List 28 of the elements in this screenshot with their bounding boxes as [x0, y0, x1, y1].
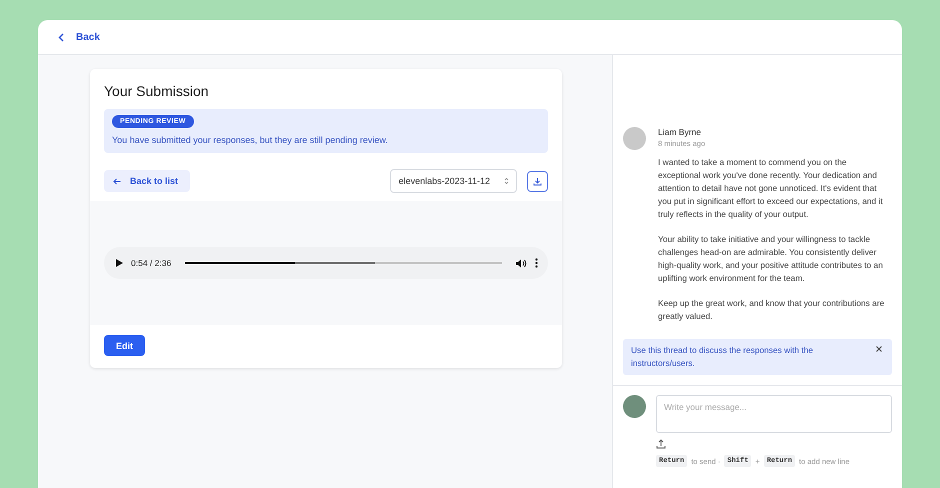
volume-icon[interactable]: [516, 258, 527, 268]
back-to-list-button[interactable]: Back to list: [104, 170, 190, 192]
file-select[interactable]: elevenlabs-2023-11-12: [390, 169, 517, 193]
notice-text: Use this thread to discuss the responses with the instructors/users.: [631, 344, 814, 370]
comment-paragraph: Your ability to take initiative and your willingness to tackle challenges head-on are admirable. You consistently deliver high-quality work, and your positive attitude contributes to an uplifting work environment for the team.: [658, 233, 884, 285]
edit-button[interactable]: Edit: [104, 335, 145, 356]
download-icon: [533, 176, 542, 186]
comment-paragraph: Keep up the great work, and know that your contributions are greatly valued.: [658, 297, 886, 323]
upload-icon: [656, 439, 666, 449]
message-input[interactable]: Write your message...: [656, 395, 892, 433]
status-message: You have submitted your responses, but they are still pending review.: [112, 135, 388, 145]
close-icon: [876, 346, 882, 352]
more-vertical-icon[interactable]: [535, 258, 538, 268]
avatar: [623, 127, 646, 150]
chevron-left-icon: [58, 32, 64, 42]
avatar: [623, 395, 646, 418]
close-button[interactable]: [874, 344, 884, 354]
arrow-left-icon: [113, 178, 121, 184]
comment-paragraph: I wanted to take a moment to commend you on the exceptional work you've done recently. Your dedication and attention to detail have not gone unnoticed. It's evident that you put in significant effort to exceed our expectations, and it truly reflects in the quality of your output.: [658, 156, 884, 221]
audio-time: 0:54 / 2:36: [131, 258, 172, 268]
card-title: Your Submission: [104, 83, 210, 99]
download-button[interactable]: [527, 170, 548, 192]
play-icon[interactable]: [116, 259, 123, 267]
upload-button[interactable]: [656, 439, 666, 449]
comment-author: Liam Byrne: [658, 127, 702, 137]
back-link[interactable]: Back: [58, 32, 100, 42]
chevron-updown-icon: [504, 177, 509, 185]
audio-player[interactable]: 0:54 / 2:36: [104, 247, 548, 279]
